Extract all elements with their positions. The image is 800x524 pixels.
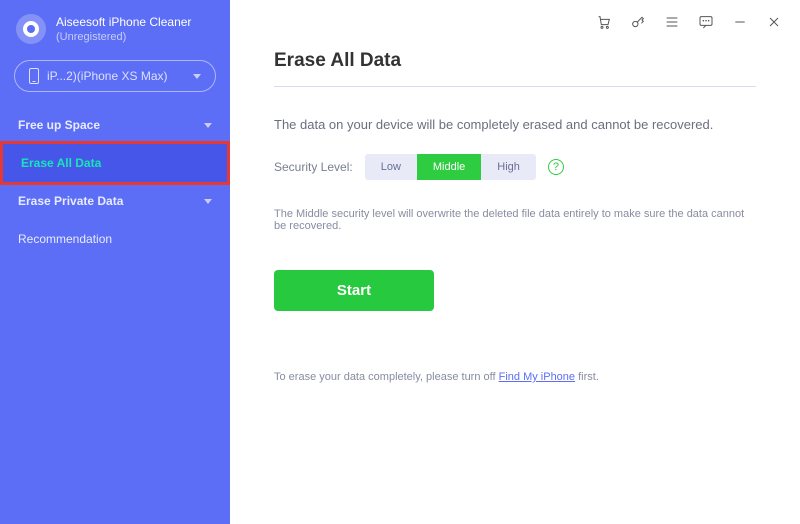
nav: Free up Space Erase All Data Erase Priva… — [0, 106, 230, 258]
security-level-segment: Low Middle High — [365, 154, 536, 180]
chevron-down-icon — [204, 199, 212, 204]
lead-text: The data on your device will be complete… — [274, 117, 756, 132]
app-status: (Unregistered) — [56, 31, 191, 43]
level-high-button[interactable]: High — [481, 154, 536, 180]
sidebar-item-label: Free up Space — [18, 118, 100, 132]
chevron-down-icon — [204, 123, 212, 128]
start-button[interactable]: Start — [274, 270, 434, 311]
chevron-down-icon — [193, 74, 201, 79]
app-header: Aiseesoft iPhone Cleaner (Unregistered) — [0, 0, 230, 54]
device-selector[interactable]: iP...2)(iPhone XS Max) — [14, 60, 216, 92]
level-low-button[interactable]: Low — [365, 154, 417, 180]
level-middle-button[interactable]: Middle — [417, 154, 481, 180]
close-icon[interactable] — [766, 14, 782, 30]
topbar — [230, 0, 800, 44]
app-title: Aiseesoft iPhone Cleaner — [56, 15, 191, 31]
sidebar-item-label: Recommendation — [18, 232, 112, 246]
device-label: iP...2)(iPhone XS Max) — [47, 69, 168, 83]
level-description: The Middle security level will overwrite… — [274, 208, 756, 232]
main: Erase All Data The data on your device w… — [230, 0, 800, 524]
footnote: To erase your data completely, please tu… — [274, 371, 756, 383]
page-title: Erase All Data — [274, 50, 756, 72]
sidebar: Aiseesoft iPhone Cleaner (Unregistered) … — [0, 0, 230, 524]
find-my-iphone-link[interactable]: Find My iPhone — [499, 371, 575, 383]
key-icon[interactable] — [630, 14, 646, 30]
sidebar-item-erase-private-data[interactable]: Erase Private Data — [0, 182, 230, 220]
cart-icon[interactable] — [596, 14, 612, 30]
menu-icon[interactable] — [664, 14, 680, 30]
sidebar-item-free-up-space[interactable]: Free up Space — [0, 106, 230, 144]
footnote-pre: To erase your data completely, please tu… — [274, 371, 499, 383]
sidebar-item-recommendation[interactable]: Recommendation — [0, 220, 230, 258]
security-label: Security Level: — [274, 160, 353, 174]
feedback-icon[interactable] — [698, 14, 714, 30]
phone-icon — [29, 68, 39, 84]
app-logo — [16, 14, 46, 44]
divider — [274, 86, 756, 87]
security-level-row: Security Level: Low Middle High ? — [274, 154, 756, 180]
sidebar-item-erase-all-data[interactable]: Erase All Data — [0, 141, 230, 185]
content: Erase All Data The data on your device w… — [230, 44, 800, 524]
sidebar-item-label: Erase Private Data — [18, 194, 123, 208]
help-icon[interactable]: ? — [548, 159, 564, 175]
footnote-post: first. — [575, 371, 599, 383]
sidebar-item-label: Erase All Data — [21, 156, 101, 170]
minimize-icon[interactable] — [732, 14, 748, 30]
